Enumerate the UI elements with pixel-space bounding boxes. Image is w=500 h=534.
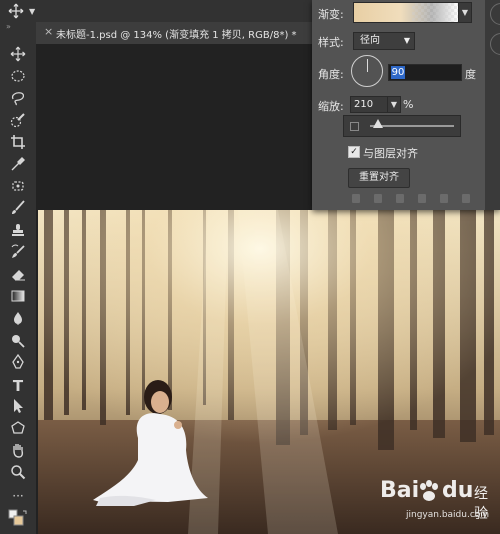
blur-tool-icon[interactable] bbox=[4, 310, 32, 330]
gradient-fill-dialog: 渐变: ▼ 样式: 径向 ▼ 角度: 90 度 缩放: 210 ▼ % ✓ 与图… bbox=[312, 0, 500, 210]
eyedropper-tool-icon[interactable] bbox=[4, 156, 32, 176]
chevron-down-icon: ▼ bbox=[29, 7, 36, 16]
shape-tool-icon[interactable] bbox=[4, 420, 32, 440]
marquee-tool-icon[interactable] bbox=[4, 68, 32, 88]
patch-tool-icon[interactable] bbox=[4, 178, 32, 198]
watermark-brand-pre: Bai bbox=[380, 478, 420, 503]
collapse-toggle[interactable]: » bbox=[6, 22, 11, 31]
gradient-swatch[interactable] bbox=[353, 2, 459, 23]
scale-label: 缩放: bbox=[318, 100, 344, 113]
style-select[interactable]: 径向 ▼ bbox=[353, 32, 415, 50]
watermark-url: jingyan.baidu.com bbox=[406, 510, 490, 520]
gradient-dropdown-button[interactable]: ▼ bbox=[458, 2, 472, 23]
tools-panel: » T ··· bbox=[0, 22, 37, 534]
scale-slider-thumb[interactable] bbox=[373, 119, 384, 128]
baidu-watermark: Bai du 经验 jingyan.baidu.com bbox=[380, 478, 498, 530]
history-brush-icon[interactable] bbox=[4, 244, 32, 264]
move-tool-options[interactable]: ▼ bbox=[8, 1, 40, 21]
style-label: 样式: bbox=[318, 36, 344, 49]
hand-tool-icon[interactable] bbox=[4, 442, 32, 462]
scale-input[interactable]: 210 bbox=[350, 96, 388, 113]
brush-tool-icon[interactable] bbox=[4, 200, 32, 220]
move-arrows-icon bbox=[8, 3, 24, 19]
type-tool-icon[interactable]: T bbox=[4, 376, 32, 396]
paw-logo-icon bbox=[418, 480, 440, 502]
path-select-tool-icon[interactable] bbox=[4, 398, 32, 418]
chevron-down-icon: ▼ bbox=[461, 8, 469, 17]
panel-dock bbox=[485, 0, 500, 210]
gradient-label: 渐变: bbox=[318, 8, 344, 21]
chevron-down-icon: ▼ bbox=[390, 100, 398, 109]
align-with-layer-checkbox[interactable]: ✓ bbox=[348, 146, 360, 158]
crop-tool-icon[interactable] bbox=[4, 134, 32, 154]
scale-unit: % bbox=[403, 98, 414, 111]
stamp-tool-icon[interactable] bbox=[4, 222, 32, 242]
lasso-tool-icon[interactable] bbox=[4, 90, 32, 110]
color-swatches-icon[interactable] bbox=[4, 508, 32, 528]
scale-value: 210 bbox=[354, 99, 374, 110]
style-value: 径向 bbox=[360, 35, 380, 46]
pen-tool-icon[interactable] bbox=[4, 354, 32, 374]
move-tool-icon[interactable] bbox=[4, 46, 32, 66]
gradient-tool-icon[interactable] bbox=[4, 288, 32, 308]
angle-input[interactable]: 90 bbox=[388, 64, 462, 81]
close-icon[interactable]: × bbox=[44, 25, 53, 38]
scale-dropdown-button[interactable]: ▼ bbox=[387, 96, 401, 113]
angle-unit: 度 bbox=[465, 68, 476, 81]
quick-select-tool-icon[interactable] bbox=[4, 112, 32, 132]
watermark-brand-post: du bbox=[442, 478, 474, 503]
document-title: 未标题-1.psd @ 134% (渐变填充 1 拷贝, RGB/8*) * bbox=[56, 30, 297, 41]
panel-footer-icons bbox=[352, 192, 492, 206]
angle-dial[interactable] bbox=[351, 55, 383, 87]
dodge-tool-icon[interactable] bbox=[4, 332, 32, 352]
eraser-tool-icon[interactable] bbox=[4, 266, 32, 286]
scale-slider-popup bbox=[343, 115, 461, 137]
angle-label: 角度: bbox=[318, 68, 344, 81]
more-tools-icon[interactable]: ··· bbox=[4, 486, 32, 506]
zoom-tool-icon[interactable] bbox=[4, 464, 32, 484]
reset-alignment-button[interactable]: 重置对齐 bbox=[348, 168, 410, 188]
chevron-down-icon: ▼ bbox=[403, 36, 410, 45]
align-label: 与图层对齐 bbox=[363, 147, 418, 160]
angle-value: 90 bbox=[391, 66, 405, 79]
